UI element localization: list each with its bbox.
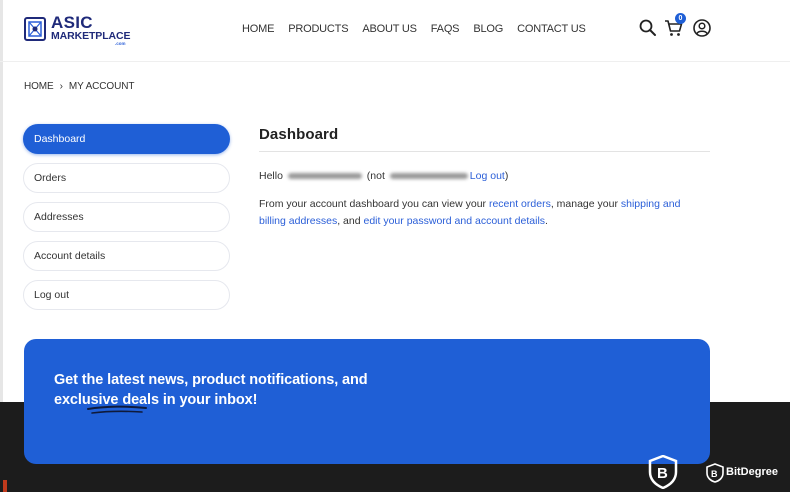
recent-orders-link[interactable]: recent orders — [489, 198, 551, 210]
dashboard-intro: From your account dashboard you can view… — [259, 196, 709, 230]
greeting-close: ) — [504, 170, 509, 182]
sidebar-item-addresses[interactable]: Addresses — [23, 202, 230, 232]
footer-accent — [3, 480, 7, 492]
sidebar-item-dashboard[interactable]: Dashboard — [23, 124, 230, 154]
intro-text: , manage your — [550, 198, 621, 210]
logo-text-com: .com — [115, 41, 126, 46]
bitdegree-watermark: B B BitDegree — [648, 455, 790, 491]
svg-text:B: B — [711, 469, 718, 479]
user-icon[interactable] — [692, 18, 712, 38]
sidebar-item-orders[interactable]: Orders — [23, 163, 230, 193]
nav-home[interactable]: HOME — [242, 22, 274, 36]
logout-link[interactable]: Log out — [470, 170, 505, 182]
newsletter-banner: Get the latest news, product notificatio… — [24, 339, 710, 464]
intro-text: , and — [337, 215, 364, 227]
title-divider — [259, 151, 710, 152]
breadcrumb: HOME › MY ACCOUNT — [24, 80, 134, 92]
greeting-line: Hello (not Log out) — [259, 170, 508, 184]
breadcrumb-current: MY ACCOUNT — [68, 80, 135, 92]
underline-decoration — [87, 405, 147, 414]
svg-text:B: B — [657, 465, 668, 482]
watermark-text: BitDegree — [726, 466, 778, 478]
nav-products[interactable]: PRODUCTS — [288, 22, 348, 36]
greeting-not: (not — [366, 170, 385, 182]
redacted-username — [287, 173, 362, 180]
site-logo[interactable]: ASIC MARKETPLACE .com — [24, 14, 136, 48]
sidebar-item-account-details[interactable]: Account details — [23, 241, 230, 271]
shield-small-icon: B — [706, 463, 724, 483]
logo-text-asic: ASIC — [51, 13, 93, 32]
newsletter-heading: Get the latest news, product notificatio… — [54, 370, 414, 410]
intro-text: From your account dashboard you can view… — [259, 198, 489, 210]
cart-count-badge: 0 — [675, 13, 686, 24]
chevron-right-icon: › — [59, 80, 63, 92]
breadcrumb-home[interactable]: HOME — [24, 81, 54, 92]
sidebar-item-log-out[interactable]: Log out — [23, 280, 230, 310]
newsletter-line-1: Get the latest news, product notificatio… — [54, 372, 368, 388]
nav-about-us[interactable]: ABOUT US — [362, 22, 417, 36]
intro-text: . — [545, 215, 548, 227]
nav-blog[interactable]: BLOG — [473, 22, 503, 36]
nav-contact-us[interactable]: CONTACT US — [517, 22, 586, 36]
shield-logo-icon: B — [648, 455, 678, 489]
chip-logo-icon — [24, 17, 46, 41]
page-title: Dashboard — [259, 126, 339, 143]
nav-faqs[interactable]: FAQS — [431, 22, 460, 36]
search-icon[interactable] — [638, 18, 658, 38]
newsletter-line-2: exclusive deals in your inbox! — [54, 392, 258, 408]
redacted-username — [389, 173, 468, 180]
main-nav: HOME PRODUCTS ABOUT US FAQS BLOG CONTACT… — [242, 22, 586, 36]
account-details-link[interactable]: edit your password and account details — [364, 215, 546, 227]
greeting-prefix: Hello — [259, 170, 283, 182]
